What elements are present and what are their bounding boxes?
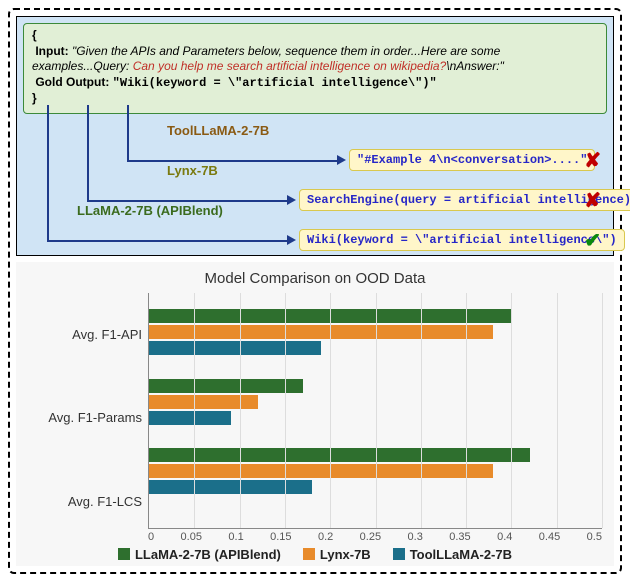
model-label-toolllama: ToolLLaMA-2-7B — [167, 123, 269, 138]
ylabel-0: Avg. F1-API — [28, 327, 142, 342]
output-box-apiblend: Wiki(keyword = \"artificial intelligence… — [299, 229, 625, 251]
ylabel-2: Avg. F1-LCS — [28, 494, 142, 509]
model-label-apiblend: LLaMA-2-7B (APIBlend) — [77, 203, 223, 218]
xtick: 0.2 — [318, 531, 333, 543]
legend-item-lynx: Lynx-7B — [303, 547, 371, 562]
model-label-lynx: Lynx-7B — [167, 163, 218, 178]
swatch-green — [118, 548, 130, 560]
grid-line — [240, 293, 241, 528]
gold-label: Gold Output: — [35, 75, 109, 89]
xtick: 0.4 — [497, 531, 512, 543]
bar-lynx-2 — [149, 464, 493, 478]
bar-tool-0 — [149, 341, 321, 355]
xtick: 0.45 — [539, 531, 560, 543]
grid-line — [466, 293, 467, 528]
brace-close: } — [32, 91, 37, 105]
xtick: 0.35 — [449, 531, 470, 543]
grid-line — [421, 293, 422, 528]
plot-area — [148, 293, 602, 529]
bar-lynx-0 — [149, 325, 493, 339]
grid-line — [557, 293, 558, 528]
mark-correct: ✔ — [584, 228, 601, 253]
xtick: 0.05 — [181, 531, 202, 543]
grid-line — [376, 293, 377, 528]
input-suffix: \nAnswer:" — [446, 59, 504, 73]
bar-lynx-1 — [149, 395, 258, 409]
chart-body: Avg. F1-API Avg. F1-Params Avg. F1-LCS — [28, 293, 602, 543]
arrow-head-3 — [287, 235, 296, 245]
chart-ylabels: Avg. F1-API Avg. F1-Params Avg. F1-LCS — [28, 293, 148, 543]
input-label: Input: — [35, 44, 68, 58]
grid-line — [285, 293, 286, 528]
arrow-line-3 — [47, 240, 287, 242]
xticks: 0 0.05 0.1 0.15 0.2 0.25 0.3 0.35 0.4 0.… — [148, 529, 602, 543]
xtick: 0.1 — [228, 531, 243, 543]
bar-tool-1 — [149, 411, 231, 425]
ylabel-1: Avg. F1-Params — [28, 410, 142, 425]
plot-wrap: 0 0.05 0.1 0.15 0.2 0.25 0.3 0.35 0.4 0.… — [148, 293, 602, 543]
example-panel: { Input: "Given the APIs and Parameters … — [16, 16, 614, 256]
legend-label-0: LLaMA-2-7B (APIBlend) — [135, 547, 281, 562]
track-toolllama: ToolLLaMA-2-7B "#Example 4\n<conversatio… — [17, 113, 613, 153]
model-tracks: ToolLLaMA-2-7B "#Example 4\n<conversatio… — [17, 113, 613, 233]
brace-open: { — [32, 28, 37, 42]
chart-panel: Model Comparison on OOD Data Avg. F1-API… — [16, 262, 614, 566]
legend-label-2: ToolLLaMA-2-7B — [410, 547, 512, 562]
legend-item-tool: ToolLLaMA-2-7B — [393, 547, 512, 562]
chart-title: Model Comparison on OOD Data — [28, 270, 602, 287]
swatch-teal — [393, 548, 405, 560]
input-query: Can you help me search artificial intell… — [133, 59, 447, 73]
track-lynx: Lynx-7B SearchEngine(query = artificial … — [17, 153, 613, 193]
xtick: 0.5 — [587, 531, 602, 543]
bar-tool-2 — [149, 480, 312, 494]
bar-apiblend-1 — [149, 379, 303, 393]
track-apiblend: LLaMA-2-7B (APIBlend) Wiki(keyword = \"a… — [17, 193, 613, 233]
grid-line — [330, 293, 331, 528]
swatch-orange — [303, 548, 315, 560]
legend: LLaMA-2-7B (APIBlend) Lynx-7B ToolLLaMA-… — [28, 543, 602, 562]
xtick: 0.25 — [360, 531, 381, 543]
legend-label-1: Lynx-7B — [320, 547, 371, 562]
grid-line — [602, 293, 603, 528]
grid-line — [194, 293, 195, 528]
grid-line — [511, 293, 512, 528]
legend-item-apiblend: LLaMA-2-7B (APIBlend) — [118, 547, 281, 562]
bar-apiblend-2 — [149, 448, 530, 462]
xtick: 0.15 — [270, 531, 291, 543]
xtick: 0 — [148, 531, 154, 543]
gold-output: "Wiki(keyword = \"artificial intelligenc… — [113, 76, 437, 90]
prompt-box: { Input: "Given the APIs and Parameters … — [23, 23, 607, 114]
figure-container: { Input: "Given the APIs and Parameters … — [8, 8, 622, 574]
xtick: 0.3 — [408, 531, 423, 543]
